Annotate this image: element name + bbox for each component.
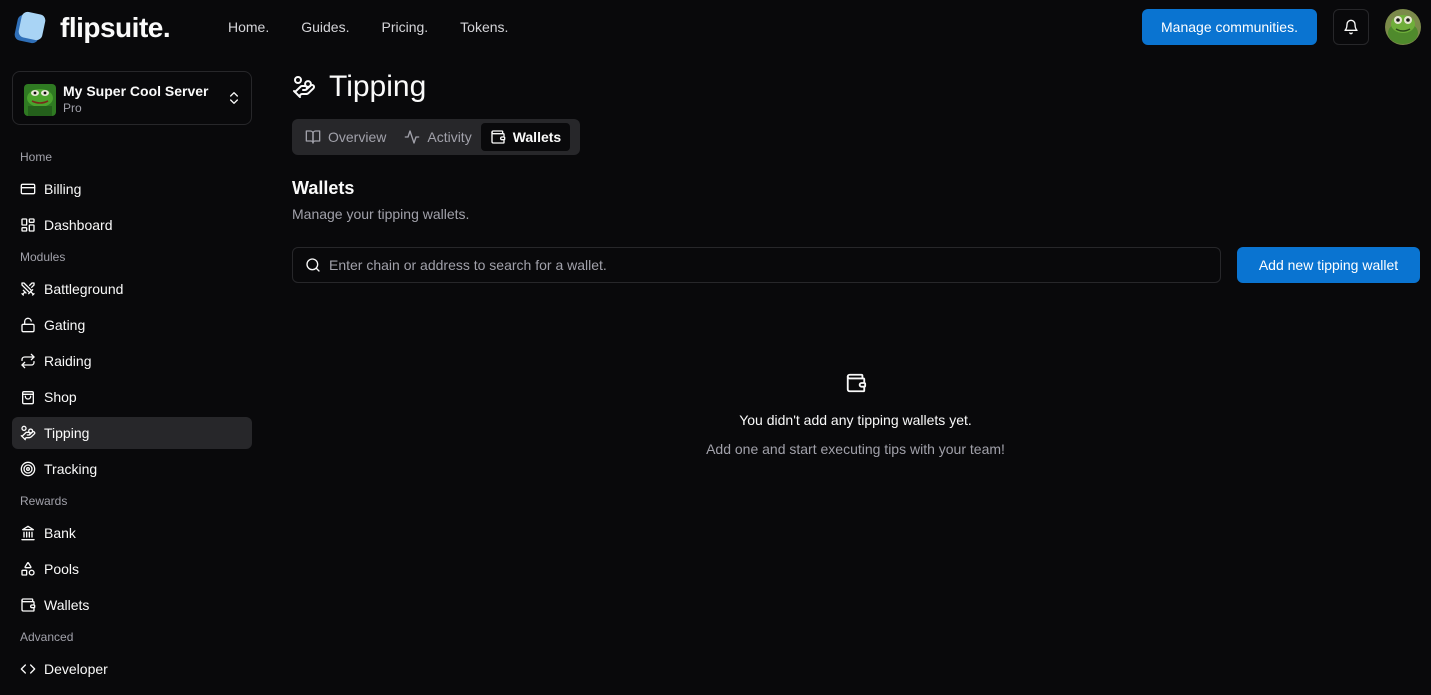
sidebar-item-label: Wallets	[44, 597, 90, 613]
top-nav: Home. Guides. Pricing. Tokens.	[228, 18, 540, 36]
lock-icon	[21, 317, 35, 333]
sidebar-item-label: Gating	[44, 317, 86, 333]
sidebar-item-label: Pools	[44, 561, 80, 577]
tab-wallets[interactable]: Wallets	[480, 123, 571, 151]
sidebar-item-label: Tracking	[44, 461, 98, 477]
section-label-advanced: Advanced	[20, 630, 74, 644]
sidebar-item-label: Dashboard	[44, 217, 113, 233]
server-name: My Super Cool Server	[63, 83, 209, 99]
book-open-icon	[305, 130, 321, 144]
target-icon	[20, 461, 36, 477]
sidebar-item-shop[interactable]: Shop	[12, 381, 252, 413]
user-avatar[interactable]	[1385, 9, 1421, 45]
sidebar-item-billing[interactable]: Billing	[12, 173, 252, 205]
topnav-tokens-link[interactable]: Tokens.	[460, 18, 508, 36]
pools-icon	[21, 561, 35, 576]
page-title: Tipping	[329, 70, 427, 103]
flipsuite-logo-icon	[14, 11, 46, 44]
sidebar-item-pools[interactable]: Pools	[12, 553, 252, 585]
server-plan: Pro	[63, 101, 82, 115]
sidebar-item-label: Shop	[44, 389, 77, 405]
section-title: Wallets	[292, 178, 355, 198]
empty-state-title: You didn't add any tipping wallets yet.	[739, 412, 972, 428]
wallet-search-input[interactable]	[329, 257, 1220, 273]
dashboard-icon	[21, 218, 35, 232]
sidebar-item-label: Battleground	[44, 281, 124, 297]
sidebar-item-tracking[interactable]: Tracking	[12, 453, 252, 485]
page-header: Tipping	[292, 70, 426, 104]
tab-list: Overview Activity Wallets	[292, 119, 580, 155]
section-label-rewards: Rewards	[20, 494, 68, 508]
brand-logo-link[interactable]: flipsuite.	[14, 11, 171, 44]
add-tipping-wallet-button[interactable]: Add new tipping wallet	[1237, 247, 1420, 283]
brand-name: flipsuite.	[60, 12, 171, 43]
topnav-pricing-link[interactable]: Pricing.	[381, 18, 428, 36]
sidebar-item-raiding[interactable]: Raiding	[12, 345, 252, 377]
activity-icon	[405, 130, 420, 144]
sidebar-item-label: Bank	[44, 525, 76, 541]
tab-wallets-label: Wallets	[512, 129, 562, 145]
sidebar-item-label: Billing	[44, 181, 82, 197]
wallet-search-field[interactable]	[292, 247, 1221, 283]
wallet-icon	[491, 130, 506, 144]
chevrons-up-down-icon	[230, 92, 238, 104]
credit-card-icon	[20, 183, 36, 195]
sidebar-item-bank[interactable]: Bank	[12, 517, 252, 549]
manage-communities-button[interactable]: Manage communities.	[1142, 9, 1317, 45]
wallet-icon	[846, 373, 867, 393]
tab-activity[interactable]: Activity	[395, 123, 480, 151]
tab-overview[interactable]: Overview	[296, 123, 395, 151]
hand-coins-icon	[293, 76, 315, 98]
code-icon	[20, 664, 36, 674]
section-subtitle: Manage your tipping wallets.	[292, 206, 470, 222]
frog-server-icon	[24, 84, 56, 116]
section-label-modules: Modules	[20, 250, 66, 264]
tab-overview-label: Overview	[328, 129, 387, 145]
empty-state-subtitle: Add one and start executing tips with yo…	[706, 441, 1005, 457]
repeat-icon	[21, 353, 35, 369]
tab-activity-label: Activity	[427, 129, 472, 145]
server-switcher[interactable]: My Super Cool Server Pro	[12, 71, 252, 125]
section-label-home: Home	[20, 150, 53, 164]
sidebar-item-dashboard[interactable]: Dashboard	[12, 209, 252, 241]
search-icon	[306, 258, 320, 272]
topnav-guides-link[interactable]: Guides.	[301, 18, 349, 36]
notifications-button[interactable]	[1333, 9, 1369, 45]
bank-icon	[21, 525, 35, 541]
sidebar-item-gating[interactable]: Gating	[12, 309, 252, 341]
frog-avatar-icon	[1385, 9, 1421, 45]
topnav-home-link[interactable]: Home.	[228, 18, 269, 36]
bell-icon	[1344, 19, 1358, 35]
sidebar-item-developer[interactable]: Developer	[12, 653, 252, 685]
top-bar: flipsuite. Home. Guides. Pricing. Tokens…	[0, 0, 1431, 54]
sidebar-item-wallets[interactable]: Wallets	[12, 589, 252, 621]
server-avatar	[24, 84, 56, 116]
shopping-bag-icon	[22, 391, 34, 405]
sidebar-item-label: Developer	[44, 661, 108, 677]
sidebar-item-battleground[interactable]: Battleground	[12, 273, 252, 305]
sidebar-item-label: Raiding	[44, 353, 92, 369]
swords-icon	[21, 282, 35, 296]
wallet-icon	[21, 598, 36, 612]
